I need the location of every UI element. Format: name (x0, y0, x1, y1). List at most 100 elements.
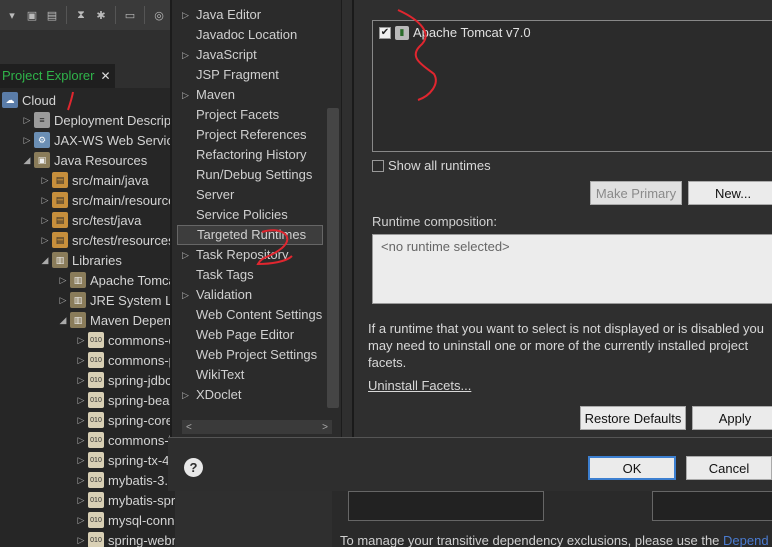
tree-item[interactable]: ◢ ▥ Maven Depend (56, 310, 175, 330)
runtime-checkbox[interactable]: ✔ (379, 26, 391, 39)
expanded-arrow-icon[interactable]: ◢ (38, 255, 52, 266)
preferences-item-refactoring-history[interactable]: Refactoring History (182, 145, 307, 165)
collapsed-arrow-icon[interactable]: ▷ (20, 135, 34, 146)
preferences-item-server[interactable]: Server (182, 185, 234, 205)
collapsed-arrow-icon[interactable]: ▷ (74, 455, 88, 466)
tree-item[interactable]: ▷▥JRE System Libr (56, 290, 175, 310)
build-icon[interactable]: ✱ (93, 7, 109, 23)
collapsed-arrow-icon[interactable]: ▷ (38, 215, 52, 226)
uninstall-facets-link[interactable]: Uninstall Facets... (368, 378, 471, 393)
tree-item[interactable]: ▷ 010 spring-tx-4.3 (74, 450, 175, 470)
help-icon[interactable]: ? (184, 458, 203, 477)
hourglass-icon[interactable]: ⧗ (73, 7, 89, 23)
tree-item[interactable]: ◢ ▣ Java Resources (20, 150, 147, 170)
tree-item[interactable]: ▷ 010 mybatis-3.4. (74, 470, 175, 490)
preferences-category-list[interactable]: < > ▷ Java Editor Javadoc Location ▷ JavaScr… (170, 0, 342, 437)
preferences-item-web-content-settings[interactable]: Web Content Settings (182, 305, 322, 325)
tree-item[interactable]: ▷ ▤ src/main/java (38, 170, 149, 190)
new-runtime-button[interactable]: New... (688, 181, 772, 205)
preferences-item-web-page-editor[interactable]: Web Page Editor (182, 325, 294, 345)
preferences-item-maven[interactable]: ▷ Maven (182, 85, 235, 105)
tree-item[interactable]: ▷ 010 spring-core (74, 410, 173, 430)
horizontal-scrollbar[interactable]: < > (182, 420, 332, 434)
tree-item[interactable]: ▷ ▤ src/main/resources (38, 190, 175, 210)
runtime-list[interactable]: ✔ ▮ Apache Tomcat v7.0 (372, 20, 772, 152)
expand-arrow-icon[interactable]: ▷ (182, 385, 196, 405)
show-all-runtimes-checkbox[interactable] (372, 159, 384, 172)
preferences-item-javadoc-location[interactable]: Javadoc Location (182, 25, 297, 45)
show-all-runtimes-option[interactable]: Show all runtimes (372, 158, 491, 173)
preferences-item-jsp-fragment[interactable]: JSP Fragment (182, 65, 279, 85)
debug-icon[interactable]: ◎ (151, 7, 167, 23)
collapsed-arrow-icon[interactable]: ▷ (56, 275, 70, 286)
preferences-item-validation[interactable]: ▷ Validation (182, 285, 252, 305)
apply-button[interactable]: Apply (692, 406, 772, 430)
close-icon[interactable]: ✕ (100, 64, 110, 88)
tree-item[interactable]: ▷ ▤ src/test/resources (38, 230, 175, 250)
preferences-item-wikitext[interactable]: WikiText (182, 365, 244, 385)
project-explorer-tree[interactable]: ☁ Cloud ▷ ≡ Deployment Descriptor ▷ ⚙ JAX-WS We… (0, 88, 175, 547)
tree-item[interactable]: ▷ ▥ Apache Tomcat (56, 270, 175, 290)
expand-arrow-icon[interactable]: ▷ (182, 85, 196, 105)
expanded-arrow-icon[interactable]: ◢ (20, 155, 34, 166)
preferences-item-javascript[interactable]: ▷ JavaScript (182, 45, 257, 65)
preferences-item-project-references[interactable]: Project References (182, 125, 307, 145)
tree-item[interactable]: ▷010 spring-webmvc-4.3.7.RELEASE.jar - (74, 530, 175, 547)
collapsed-arrow-icon[interactable]: ▷ (74, 415, 88, 426)
preferences-item-project-facets[interactable]: Project Facets (182, 105, 279, 125)
collapsed-arrow-icon[interactable]: ▷ (74, 515, 88, 526)
collapsed-arrow-icon[interactable]: ▷ (74, 495, 88, 506)
preferences-item-targeted-runtimes[interactable]: Targeted Runtimes (177, 225, 323, 245)
expand-arrow-icon[interactable]: ▷ (182, 45, 196, 65)
tree-item[interactable]: ▷010mysql-connector-java-5.1.41.jar - C: (74, 510, 175, 530)
collapsed-arrow-icon[interactable]: ▷ (38, 235, 52, 246)
scroll-left-icon[interactable]: < (186, 422, 192, 433)
tree-item[interactable]: ▷ ⚙ JAX-WS Web Services (20, 130, 175, 150)
tree-item[interactable]: ▷ 010 spring-jdbc- (74, 370, 175, 390)
tree-item[interactable]: ▷ ▤ src/test/java (38, 210, 141, 230)
tree-item[interactable]: ▷ ≡ Deployment Descriptor (20, 110, 175, 130)
expand-arrow-icon[interactable]: ▷ (182, 245, 196, 265)
tree-item[interactable]: ▷ 010 spring-bean (74, 390, 175, 410)
collapsed-arrow-icon[interactable]: ▷ (74, 335, 88, 346)
collapsed-arrow-icon[interactable]: ▷ (74, 475, 88, 486)
collapsed-arrow-icon[interactable]: ▷ (74, 395, 88, 406)
expand-arrow-icon[interactable]: ▷ (182, 5, 196, 25)
tree-item[interactable]: ▷ 010 commons-lc (74, 430, 175, 450)
collapsed-arrow-icon[interactable]: ▷ (74, 435, 88, 446)
collapsed-arrow-icon[interactable]: ▷ (74, 355, 88, 366)
tree-item[interactable]: ▷ 010 commons-d (74, 330, 175, 350)
ok-button[interactable]: OK (588, 456, 676, 480)
collapsed-arrow-icon[interactable]: ▷ (38, 175, 52, 186)
preferences-item-xdoclet[interactable]: ▷ XDoclet (182, 385, 242, 405)
scroll-right-icon[interactable]: > (322, 422, 328, 433)
runtime-item-apache-tomcat[interactable]: ✔ ▮ Apache Tomcat v7.0 (379, 25, 531, 40)
save-icon[interactable]: ▣ (24, 7, 40, 23)
collapsed-arrow-icon[interactable]: ▷ (74, 535, 88, 546)
vertical-scrollbar[interactable] (327, 108, 339, 408)
dropdown-arrow-icon[interactable]: ▾ (4, 7, 20, 23)
preferences-item-task-repository[interactable]: ▷ Task Repository (182, 245, 288, 265)
collapsed-arrow-icon[interactable]: ▷ (20, 115, 34, 126)
dependency-link[interactable]: Depend (723, 533, 769, 547)
expand-arrow-icon[interactable]: ▷ (182, 285, 196, 305)
tab-project-explorer[interactable]: Project Explorer ✕ (0, 64, 115, 88)
collapsed-arrow-icon[interactable]: ▷ (38, 195, 52, 206)
collapsed-arrow-icon[interactable]: ▷ (74, 375, 88, 386)
tree-item[interactable]: ▷010mybatis-spring-1.3.1.jar - C:\Users\ (74, 490, 175, 510)
console-icon[interactable]: ▭ (122, 7, 138, 23)
preferences-item-task-tags[interactable]: Task Tags (182, 265, 254, 285)
tree-item[interactable]: ☁ Cloud (2, 90, 56, 110)
preferences-item-service-policies[interactable]: Service Policies (182, 205, 288, 225)
save-all-icon[interactable]: ▤ (44, 7, 60, 23)
collapsed-arrow-icon[interactable]: ▷ (56, 295, 70, 306)
preferences-item-web-project-settings[interactable]: Web Project Settings (182, 345, 317, 365)
tree-item[interactable]: ◢ ▥ Libraries (38, 250, 122, 270)
preferences-item-run-debug-settings[interactable]: Run/Debug Settings (182, 165, 312, 185)
preferences-item-java-editor[interactable]: ▷ Java Editor (182, 5, 261, 25)
tree-item[interactable]: ▷ 010 commons-p (74, 350, 175, 370)
restore-defaults-button[interactable]: Restore Defaults (580, 406, 686, 430)
cancel-button[interactable]: Cancel (686, 456, 772, 480)
make-primary-button[interactable]: Make Primary (590, 181, 682, 205)
expanded-arrow-icon[interactable]: ◢ (56, 315, 70, 326)
